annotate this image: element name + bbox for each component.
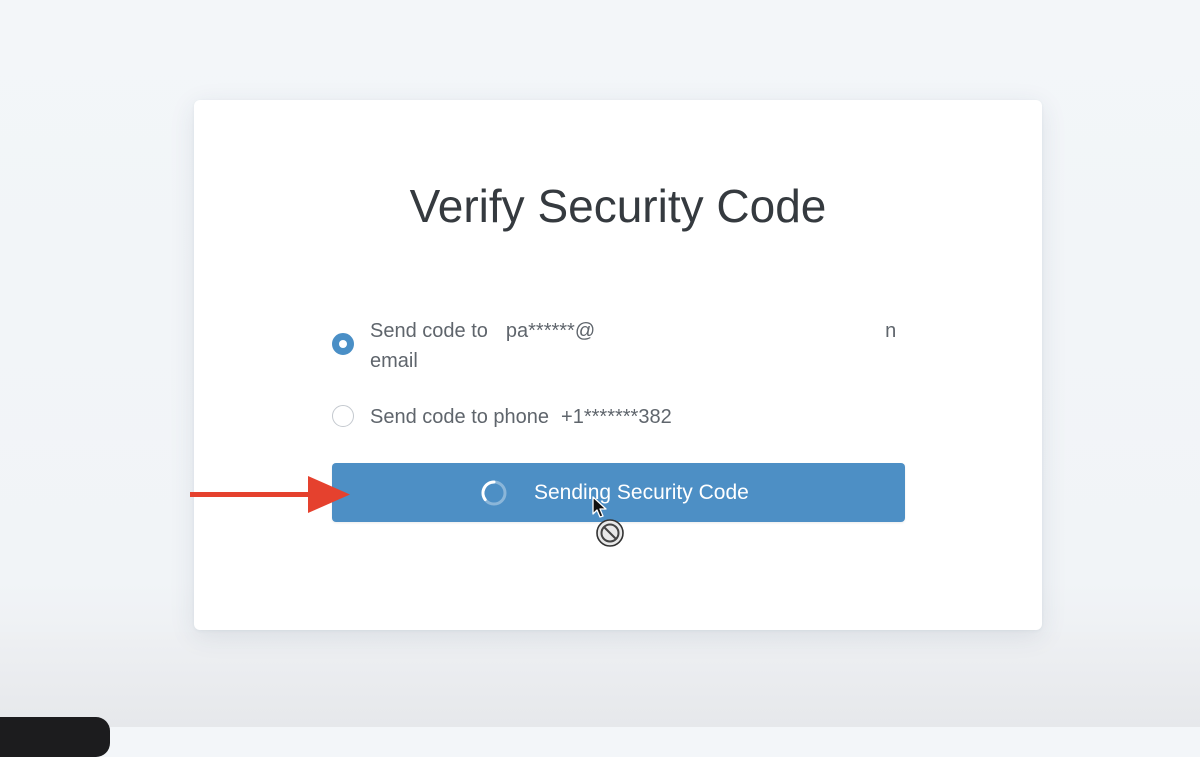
email-option-label-text: Send code to [370,320,488,342]
send-button-label: Sending Security Code [534,481,749,504]
send-security-code-button[interactable]: Sending Security Code [332,463,905,522]
not-allowed-cursor-icon [596,519,624,547]
send-to-email-option[interactable]: Send code to pa******@ n email [332,316,912,376]
send-to-phone-option[interactable]: Send code to phone +1*******382 [332,402,732,432]
page-title: Verify Security Code [409,180,827,232]
email-option-label-line2: email [370,350,418,372]
email-redaction [595,331,885,332]
phone-radio-button[interactable] [332,405,354,427]
masked-email-tail: n [885,320,897,342]
email-option-label: Send code to pa******@ n [370,316,896,346]
taskbar-corner [0,717,110,757]
page-bottom-band [0,632,1200,727]
masked-email-value: pa******@ [505,320,596,342]
masked-phone-value: +1*******382 [561,406,672,428]
red-arrow-annotation-icon [190,476,350,513]
phone-option-label: Send code to phone +1*******382 [370,402,672,432]
email-radio-button[interactable] [332,333,354,355]
phone-option-label-text: Send code to phone [370,406,550,428]
loading-spinner-icon [481,480,507,506]
